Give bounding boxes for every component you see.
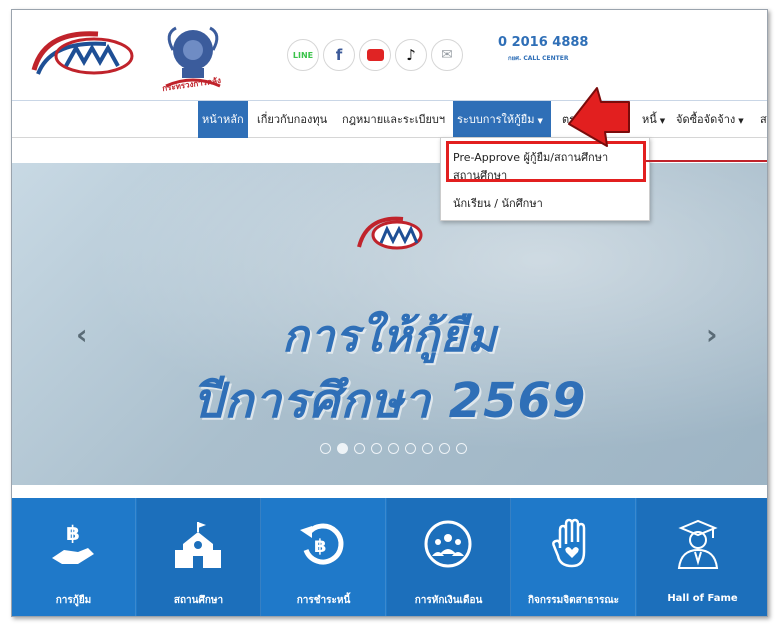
call-center-phone[interactable]: 0 2016 4888 — [498, 35, 588, 50]
tiktok-icon[interactable]: ♪ — [395, 39, 427, 71]
mail-icon[interactable]: ✉ — [431, 39, 463, 71]
carousel-dot[interactable] — [388, 443, 399, 454]
carousel-dot[interactable] — [354, 443, 365, 454]
chevron-down-icon: ▼ — [537, 117, 543, 125]
svg-text:฿: ฿ — [66, 521, 80, 545]
nav-about[interactable]: เกี่ยวกับกองทุน — [253, 101, 331, 138]
browser-frame: กระทรวงการคลัง LINE f ♪ ✉ 0 2016 4888 กย… — [11, 9, 768, 617]
carousel-dot[interactable] — [439, 443, 450, 454]
svg-text:฿: ฿ — [314, 536, 327, 557]
chevron-down-icon: ▼ — [659, 117, 666, 125]
tile-school[interactable]: สถานศึกษา — [137, 498, 261, 616]
callout-line — [646, 160, 767, 162]
hero-title: การให้กู้ยืม — [282, 311, 497, 362]
carousel-dot[interactable] — [405, 443, 416, 454]
logo-tagline — [26, 62, 146, 74]
salary-deduction-icon — [424, 520, 472, 568]
line-icon[interactable]: LINE — [287, 39, 319, 71]
hero-banner: การให้กู้ยืม ปีการศึกษา 2569 ‹ › — [12, 163, 767, 485]
tile-volunteer[interactable]: กิจกรรมจิตสาธารณะ — [512, 498, 636, 616]
tile-loan[interactable]: ฿ การกู้ยืม — [12, 498, 136, 616]
call-center-label: กยศ. CALL CENTER — [508, 55, 569, 62]
volunteer-icon — [552, 518, 586, 568]
chevron-down-icon: ▼ — [738, 117, 744, 125]
carousel-dot[interactable] — [371, 443, 382, 454]
carousel-dot-active[interactable] — [337, 443, 348, 454]
loan-icon: ฿ — [52, 521, 94, 564]
tile-hall-of-fame[interactable]: Hall of Fame — [637, 498, 767, 616]
graduate-icon — [677, 519, 719, 569]
school-icon — [175, 522, 221, 568]
carousel-prev-icon[interactable]: ‹ — [76, 318, 88, 351]
dropdown-item-student[interactable]: นักเรียน / นักศึกษา — [453, 194, 543, 212]
carousel-dot[interactable] — [422, 443, 433, 454]
repayment-icon: ฿ — [300, 523, 344, 565]
nav-home[interactable]: หน้าหลัก — [198, 101, 248, 138]
nav-law[interactable]: กฎหมายและระเบียบฯ — [338, 101, 449, 138]
carousel-next-icon[interactable]: › — [706, 318, 718, 351]
nav-procurement[interactable]: จัดซื้อจัดจ้าง ▼ — [672, 101, 748, 138]
carousel-indicators — [320, 443, 467, 454]
nav-loan-system[interactable]: ระบบการให้กู้ยืม ▼ — [453, 101, 551, 138]
hero-logo — [357, 216, 423, 250]
service-tiles: ฿ การกู้ยืม สถานศึกษา ฿ การชำระหนี้ การห… — [12, 498, 767, 616]
carousel-dot[interactable] — [456, 443, 467, 454]
main-nav: หน้าหลัก เกี่ยวกับกองทุน กฎหมายและระเบีย… — [12, 100, 767, 138]
carousel-dot[interactable] — [320, 443, 331, 454]
site-header: กระทรวงการคลัง LINE f ♪ ✉ 0 2016 4888 กย… — [12, 10, 767, 100]
nav-debt[interactable]: หนี้ ▼ — [638, 101, 669, 138]
tile-repayment[interactable]: ฿ การชำระหนี้ — [262, 498, 386, 616]
facebook-icon[interactable]: f — [323, 39, 355, 71]
tile-salary-deduction[interactable]: การหักเงินเดือน — [387, 498, 511, 616]
red-arrow-icon — [568, 87, 630, 147]
youtube-icon[interactable] — [359, 39, 391, 71]
nav-more[interactable]: ส — [756, 101, 767, 138]
hero-subtitle: ปีการศึกษา 2569 — [192, 373, 587, 429]
